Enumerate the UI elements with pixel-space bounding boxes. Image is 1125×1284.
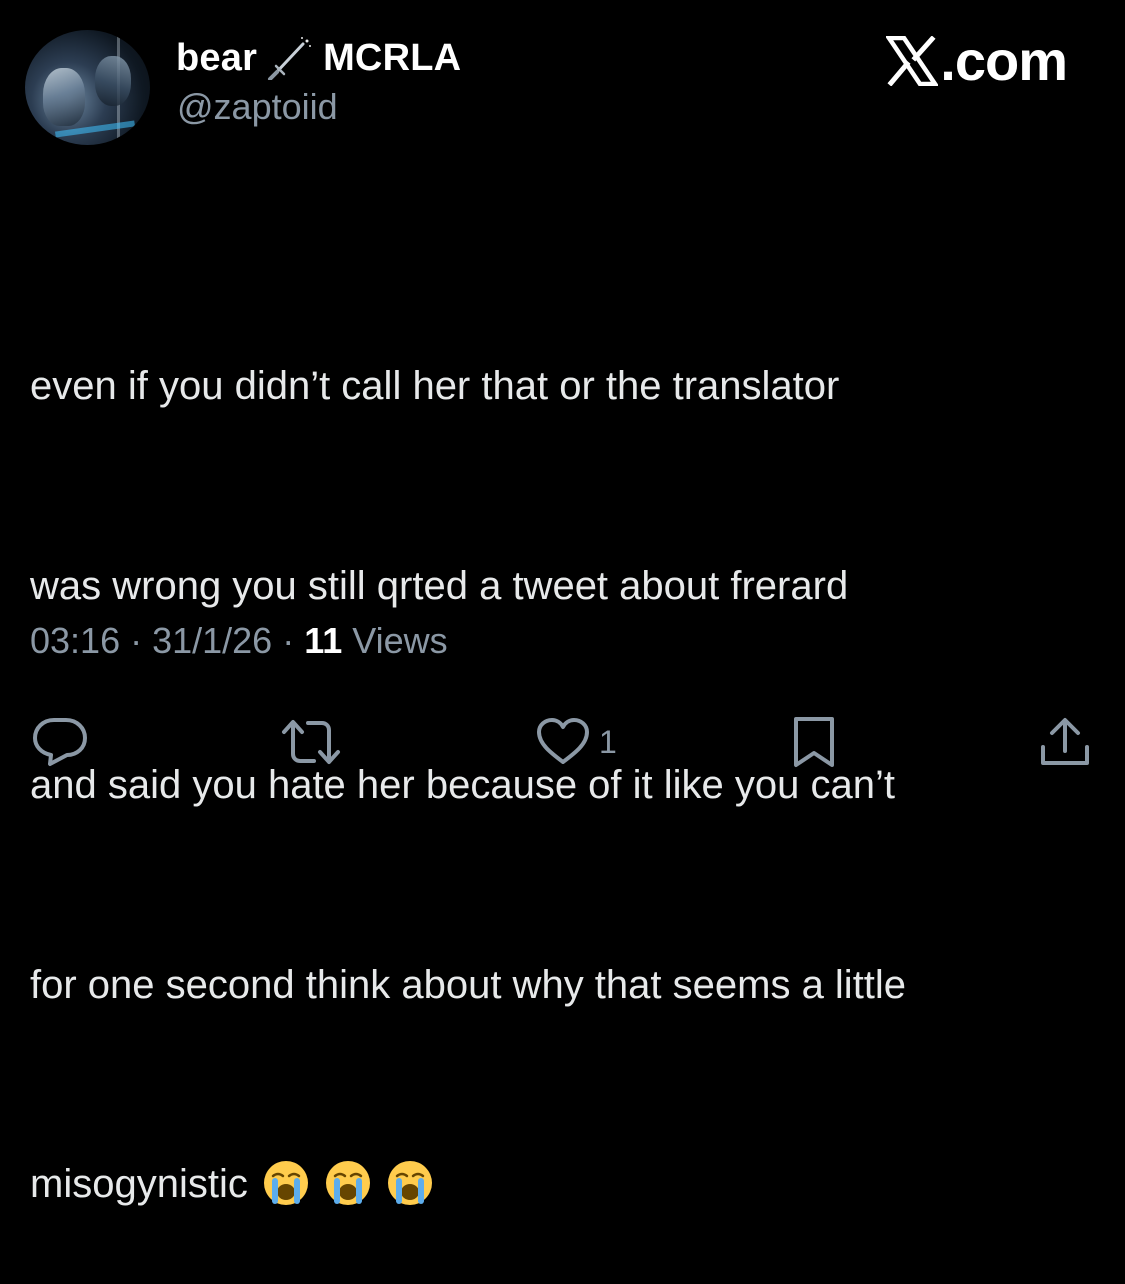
- action-bar: 1: [0, 712, 1125, 772]
- tweet-line-last: misogynistic: [30, 1151, 1110, 1218]
- share-button[interactable]: [1038, 712, 1092, 772]
- like-button[interactable]: 1: [535, 712, 617, 772]
- brand-watermark: .com: [886, 28, 1068, 93]
- loudly-crying-face-icon: [325, 1161, 370, 1205]
- avatar[interactable]: [25, 30, 150, 145]
- display-name[interactable]: bear: [176, 37, 257, 80]
- avatar-detail: [95, 56, 131, 106]
- loudly-crying-face-icon: [263, 1161, 308, 1205]
- reply-icon: [33, 718, 87, 766]
- loudly-crying-face-icon: [387, 1161, 432, 1205]
- views-label: Views: [352, 620, 448, 661]
- like-count: 1: [599, 723, 617, 760]
- heart-icon: [537, 718, 589, 764]
- share-icon: [1041, 718, 1089, 765]
- bookmark-button[interactable]: [790, 712, 838, 772]
- tweet-line-text: misogynistic: [30, 1162, 248, 1206]
- brand-label: .com: [940, 29, 1068, 92]
- tweet-date[interactable]: 31/1/26: [152, 620, 272, 662]
- avatar-detail: [43, 68, 85, 126]
- retweet-button[interactable]: [280, 712, 342, 772]
- display-name-suffix[interactable]: MCRLA: [323, 37, 461, 80]
- reply-button[interactable]: [32, 712, 88, 772]
- user-handle[interactable]: @zaptoiid: [177, 86, 338, 128]
- dagger-icon: [268, 37, 312, 80]
- user-name-row[interactable]: bear MCRLA: [176, 36, 461, 80]
- x-logo-icon: [886, 35, 939, 86]
- tweet-time[interactable]: 03:16: [30, 620, 120, 662]
- tweet-line: was wrong you still qrted a tweet about …: [30, 563, 849, 608]
- tweet-meta: 03:16 · 31/1/26 · 11 Views: [30, 620, 448, 662]
- views-count: 11: [304, 620, 343, 661]
- tweet-line: for one second think about why that seem…: [30, 962, 907, 1007]
- retweet-icon: [282, 720, 340, 764]
- meta-separator: ·: [282, 620, 295, 661]
- meta-separator: ·: [130, 620, 143, 661]
- tweet-line: even if you didn’t call her that or the …: [30, 364, 840, 408]
- bookmark-icon: [794, 717, 834, 767]
